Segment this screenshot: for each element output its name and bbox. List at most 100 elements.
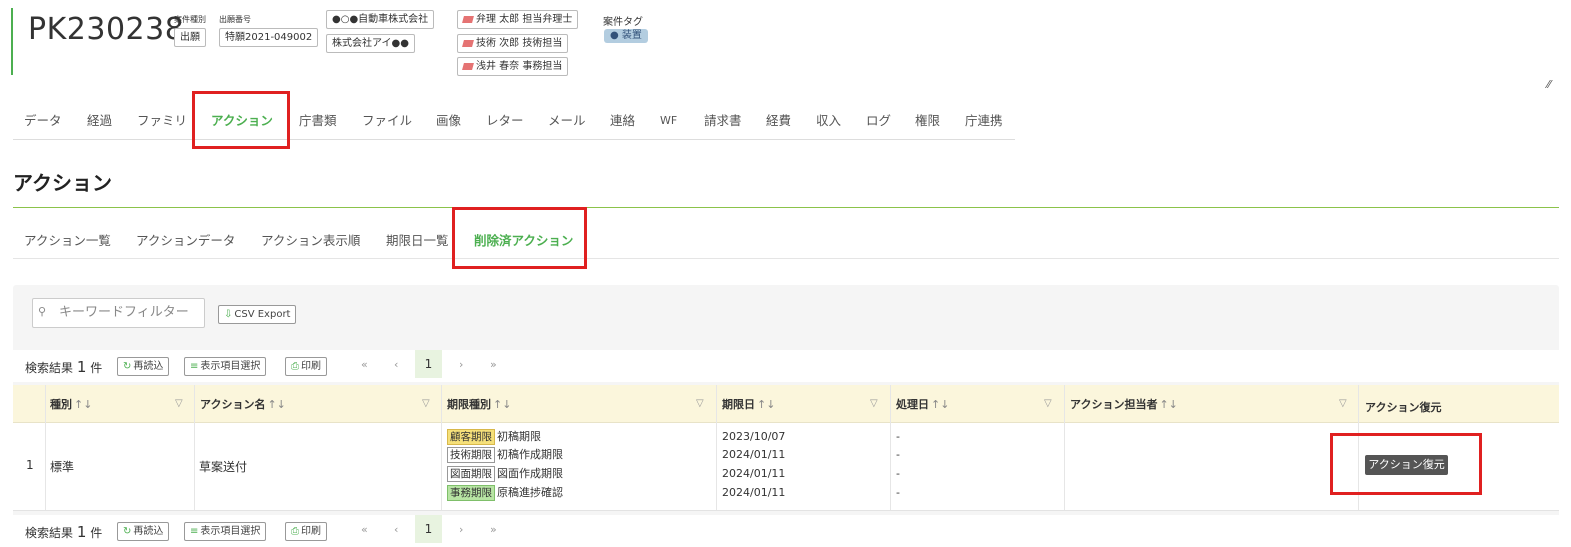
pager-current[interactable]: 1 xyxy=(415,350,442,378)
print-label: 印刷 xyxy=(301,526,321,537)
restore-action-button[interactable]: アクション復元 xyxy=(1365,455,1448,475)
filter-icon[interactable]: ▽ xyxy=(696,398,704,409)
header-processed-date-label: 処理日 xyxy=(896,398,929,411)
tab-letter[interactable]: レター xyxy=(486,101,524,139)
header-action-name[interactable]: アクション名 ↑↓ xyxy=(200,385,286,422)
client-chip-2[interactable]: 株式会社アイ●● xyxy=(326,34,415,53)
reload-icon: ↻ xyxy=(123,526,132,537)
csv-export-label: CSV Export xyxy=(234,309,291,320)
pager-next[interactable]: › xyxy=(459,523,463,536)
tab-office-link[interactable]: 庁連携 xyxy=(965,101,1003,139)
tab-progress[interactable]: 経過 xyxy=(87,101,112,139)
reload-icon: ↻ xyxy=(123,361,132,372)
results-count: 検索結果 1 件 xyxy=(25,358,102,376)
csv-export-button[interactable]: ⇩ CSV Export xyxy=(218,305,297,324)
tab-office-docs[interactable]: 庁書類 xyxy=(299,101,337,139)
pager-first[interactable]: « xyxy=(361,523,368,536)
filter-icon[interactable]: ▽ xyxy=(870,398,878,409)
row-action-name[interactable]: 草案送付 xyxy=(199,458,247,475)
tab-wf[interactable]: WF xyxy=(660,101,677,139)
results-number: 1 xyxy=(76,523,87,541)
filter-icon[interactable]: ▽ xyxy=(422,398,430,409)
tab-income[interactable]: 収入 xyxy=(816,101,841,139)
sort-icon: ↑↓ xyxy=(757,398,776,411)
header-deadline-date[interactable]: 期限日 ↑↓ xyxy=(722,385,775,422)
search-icon: ⚲ xyxy=(38,305,47,318)
column-select-button[interactable]: ≡ 表示項目選択 xyxy=(184,357,267,376)
header-deadline-date-label: 期限日 xyxy=(722,398,755,411)
subtab-action-data[interactable]: アクションデータ xyxy=(136,223,235,258)
processed-date: - xyxy=(896,448,900,461)
tab-data[interactable]: データ xyxy=(24,101,62,139)
tab-contact[interactable]: 連絡 xyxy=(610,101,635,139)
subtab-action-list[interactable]: アクション一覧 xyxy=(24,223,111,258)
title-accent-bar xyxy=(11,8,13,75)
staff-chip-tech[interactable]: 技術 次郎 技術担当 xyxy=(457,34,569,53)
column-divider xyxy=(716,385,717,510)
print-button[interactable]: ⎙ 印刷 xyxy=(285,522,327,541)
pager-current[interactable]: 1 xyxy=(415,515,442,543)
reload-button[interactable]: ↻ 再読込 xyxy=(117,522,170,541)
reload-button[interactable]: ↻ 再読込 xyxy=(117,357,170,376)
pager-last[interactable]: » xyxy=(490,523,497,536)
staff-chip-office[interactable]: 浅井 春奈 事務担当 xyxy=(457,57,569,76)
column-divider xyxy=(890,385,891,510)
application-no-chip: 特願2021-049002 xyxy=(219,28,319,47)
tab-permission[interactable]: 権限 xyxy=(915,101,940,139)
pager-last[interactable]: » xyxy=(490,358,497,371)
filter-icon[interactable]: ▽ xyxy=(175,398,183,409)
tab-invoice[interactable]: 請求書 xyxy=(704,101,742,139)
deadline-badge: 事務期限 xyxy=(447,485,495,501)
row-type: 標準 xyxy=(50,460,75,474)
header-type[interactable]: 種別 ↑↓ xyxy=(50,385,92,422)
filter-icon[interactable]: ▽ xyxy=(1044,398,1052,409)
case-number: PK230238 xyxy=(28,12,185,47)
keyword-filter-input[interactable]: キーワードフィルター xyxy=(32,298,205,328)
tab-image[interactable]: 画像 xyxy=(436,101,461,139)
header-processed-date[interactable]: 処理日 ↑↓ xyxy=(896,385,949,422)
application-no-label: 出願番号 xyxy=(219,15,251,24)
results-count: 検索結果 1 件 xyxy=(25,523,102,541)
pager-next[interactable]: › xyxy=(459,358,463,371)
column-divider xyxy=(1064,385,1065,510)
sort-icon: ↑↓ xyxy=(74,398,93,411)
header-deadline-type[interactable]: 期限種別 ↑↓ xyxy=(447,385,511,422)
deadline-date: 2024/01/11 xyxy=(722,448,786,461)
deadline-date: 2024/01/11 xyxy=(722,467,786,480)
column-divider xyxy=(45,385,46,510)
resize-handle-icon[interactable]: ⁄⁄ xyxy=(1547,78,1551,91)
reload-label: 再読込 xyxy=(133,526,164,537)
case-tag-value: 装置 xyxy=(621,30,642,41)
tab-expenses[interactable]: 経費 xyxy=(766,101,791,139)
subtab-action-order[interactable]: アクション表示順 xyxy=(261,223,360,258)
case-tag-chip[interactable]: ● 装置 xyxy=(604,29,648,43)
pager-first[interactable]: « xyxy=(361,358,368,371)
client-chip-1[interactable]: ●○●自動車株式会社 xyxy=(326,10,435,29)
main-tabs: データ 経過 ファミリ アクション 庁書類 ファイル 画像 レター メール 連絡… xyxy=(13,101,1015,140)
sort-icon: ↑↓ xyxy=(267,398,286,411)
case-tag-label: 案件タグ xyxy=(603,17,643,28)
print-button[interactable]: ⎙ 印刷 xyxy=(285,357,327,376)
tab-action[interactable]: アクション xyxy=(211,101,273,139)
column-select-button[interactable]: ≡ 表示項目選択 xyxy=(184,522,267,541)
deadline-line: 技術期限 初稿作成期限 xyxy=(447,447,563,463)
deadline-name: 初稿期限 xyxy=(497,430,541,443)
header-action-name-label: アクション名 xyxy=(200,398,266,411)
header-action-owner[interactable]: アクション担当者 ↑↓ xyxy=(1070,385,1178,422)
sort-icon: ↑↓ xyxy=(493,398,512,411)
filter-icon[interactable]: ▽ xyxy=(1339,398,1347,409)
staff-chip-attorney[interactable]: 弁理 太郎 担当弁理士 xyxy=(457,10,579,29)
subtab-deadline-list[interactable]: 期限日一覧 xyxy=(386,223,449,258)
subtab-deleted-actions[interactable]: 削除済アクション xyxy=(474,223,573,258)
tab-log[interactable]: ログ xyxy=(866,101,891,139)
results-prefix: 検索結果 xyxy=(25,361,74,375)
sub-tabs: アクション一覧 アクションデータ アクション表示順 期限日一覧 削除済アクション xyxy=(13,223,1559,259)
header-type-label: 種別 xyxy=(50,398,72,411)
results-prefix: 検索結果 xyxy=(25,526,74,540)
tab-mail[interactable]: メール xyxy=(548,101,586,139)
staff-name: 弁理 太郎 担当弁理士 xyxy=(476,14,573,25)
tab-family[interactable]: ファミリ xyxy=(137,101,187,139)
tab-file[interactable]: ファイル xyxy=(362,101,412,139)
pager-prev[interactable]: ‹ xyxy=(394,523,398,536)
pager-prev[interactable]: ‹ xyxy=(394,358,398,371)
